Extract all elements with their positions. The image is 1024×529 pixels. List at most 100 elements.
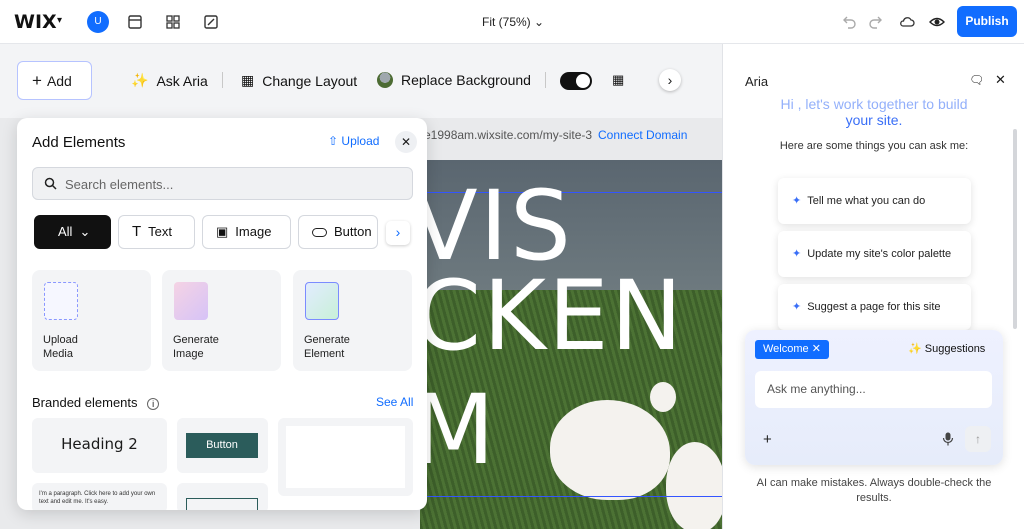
sparkle-icon: ✨ bbox=[131, 72, 149, 88]
plus-icon[interactable]: + bbox=[763, 431, 772, 448]
card-label: Generate Element bbox=[304, 334, 350, 360]
divider bbox=[545, 72, 546, 88]
upload-label: Upload bbox=[341, 134, 380, 148]
chevron-down-icon: ⌄ bbox=[534, 15, 545, 29]
filter-all-label: All bbox=[58, 224, 73, 239]
preview-eye-icon[interactable] bbox=[928, 13, 946, 31]
redo-icon[interactable] bbox=[867, 13, 885, 31]
chevron-right-icon[interactable]: › bbox=[659, 69, 681, 91]
upload-media-icon bbox=[44, 282, 78, 320]
chicken-image bbox=[666, 442, 722, 529]
avatar[interactable]: U bbox=[87, 11, 109, 33]
filter-button[interactable]: Button bbox=[298, 215, 378, 249]
heading-sample-card[interactable]: Heading 2 bbox=[32, 418, 167, 473]
upload-media-card[interactable]: Upload Media bbox=[32, 270, 151, 371]
top-bar: WIX ▾ U Fit (75%) ⌄ Publish bbox=[0, 0, 1024, 44]
see-all-link[interactable]: See All bbox=[376, 395, 413, 409]
chat-composer: Welcome ✕ ✨ Suggestions Ask me anything.… bbox=[745, 330, 1003, 465]
branded-elements-title: Branded elements i bbox=[32, 395, 160, 410]
suggestions-button[interactable]: ✨ Suggestions bbox=[908, 342, 985, 355]
send-arrow-icon[interactable]: ↑ bbox=[965, 426, 991, 452]
zoom-selector[interactable]: Fit (75%) ⌄ bbox=[482, 15, 544, 29]
microphone-icon[interactable] bbox=[942, 432, 954, 446]
aria-hint: Here are some things you can ask me: bbox=[779, 140, 969, 152]
add-button[interactable]: + Add bbox=[17, 61, 92, 100]
editor-toolbar: + Add ✨ Ask Aria ▦ Change Layout Replace Ba… bbox=[0, 44, 722, 118]
suggestion-chip[interactable]: ✦ Update my site's color palette bbox=[778, 231, 971, 277]
theme-toggle[interactable] bbox=[560, 72, 592, 90]
suggestion-chip[interactable]: ✦ Tell me what you can do bbox=[778, 178, 971, 224]
chevron-down-icon[interactable]: ▾ bbox=[57, 15, 62, 26]
cloud-save-icon[interactable] bbox=[898, 13, 916, 31]
chat-icon[interactable]: 🗨 bbox=[969, 73, 984, 87]
filter-image-label: Image bbox=[235, 224, 272, 239]
zoom-label: Fit (75%) bbox=[482, 15, 531, 29]
connect-domain-link[interactable]: Connect Domain bbox=[598, 128, 687, 142]
hero-heading-line2: CKEN bbox=[420, 260, 685, 372]
upload-icon: ⇧ bbox=[328, 134, 339, 148]
filter-image[interactable]: ▣ Image bbox=[202, 215, 291, 249]
scrollbar[interactable] bbox=[1013, 129, 1017, 329]
close-icon[interactable]: ✕ bbox=[995, 72, 1006, 88]
heading-sample: Heading 2 bbox=[61, 435, 138, 453]
card-label: Upload Media bbox=[43, 334, 78, 360]
aria-panel: Aria 🗨 ✕ Hi , let's work together to bui… bbox=[722, 44, 1024, 529]
background-thumbnail-icon bbox=[377, 72, 393, 88]
close-icon[interactable]: ✕ bbox=[812, 343, 821, 355]
filter-text[interactable]: T Text bbox=[118, 215, 195, 249]
ask-aria-label: Ask Aria bbox=[156, 72, 208, 89]
filter-all[interactable]: All ⌄ bbox=[34, 215, 111, 249]
button-sample-card[interactable]: Button bbox=[177, 418, 268, 473]
chicken-head bbox=[650, 382, 676, 412]
search-placeholder: Search elements... bbox=[65, 177, 174, 192]
change-layout-button[interactable]: ▦ Change Layout bbox=[241, 72, 357, 89]
texture-icon[interactable]: ▦ bbox=[612, 72, 624, 88]
pages-icon[interactable] bbox=[126, 13, 144, 31]
upload-button[interactable]: ⇧ Upload bbox=[328, 134, 379, 148]
chat-input[interactable]: Ask me anything... bbox=[755, 371, 992, 408]
paragraph-sample: I'm a paragraph. Click here to add your … bbox=[39, 491, 156, 505]
design-icon[interactable] bbox=[202, 13, 220, 31]
chevron-right-icon[interactable]: › bbox=[386, 221, 410, 245]
suggestion-chip[interactable]: ✦ Suggest a page for this site bbox=[778, 284, 971, 330]
site-url: e1998am.wixsite.com/my-site-3 bbox=[424, 128, 593, 142]
container-sample bbox=[286, 426, 405, 488]
card-label: Generate Image bbox=[173, 334, 219, 360]
ask-aria-button[interactable]: ✨ Ask Aria bbox=[131, 72, 208, 89]
search-icon bbox=[44, 177, 57, 190]
container-sample-card[interactable] bbox=[278, 418, 413, 496]
chevron-down-icon: ⌄ bbox=[79, 224, 91, 239]
change-layout-label: Change Layout bbox=[262, 72, 358, 89]
welcome-tag[interactable]: Welcome ✕ bbox=[755, 340, 829, 359]
add-label: Add bbox=[46, 73, 72, 89]
generate-element-icon bbox=[305, 282, 339, 320]
panel-title: Add Elements bbox=[32, 134, 126, 151]
divider bbox=[222, 72, 223, 88]
section-guide bbox=[420, 496, 722, 497]
filter-text-label: Text bbox=[148, 224, 173, 239]
button-sample: Button bbox=[186, 433, 258, 458]
plus-icon: + bbox=[32, 71, 42, 90]
paragraph-sample-card[interactable]: I'm a paragraph. Click here to add your … bbox=[32, 483, 167, 510]
ai-disclaimer: AI can make mistakes. Always double-chec… bbox=[756, 477, 992, 504]
layout-icon: ▦ bbox=[241, 72, 255, 88]
undo-icon[interactable] bbox=[840, 13, 858, 31]
publish-button[interactable]: Publish bbox=[957, 6, 1017, 37]
apps-icon[interactable] bbox=[164, 13, 182, 31]
wix-logo[interactable]: WIX bbox=[14, 11, 57, 33]
aria-title: Aria bbox=[745, 74, 769, 89]
outline-button-sample-card[interactable] bbox=[177, 483, 268, 510]
close-icon[interactable]: ✕ bbox=[395, 131, 417, 153]
search-input[interactable]: Search elements... bbox=[32, 167, 413, 200]
hero-section[interactable]: VIS CKEN M bbox=[420, 160, 722, 529]
info-icon[interactable]: i bbox=[147, 398, 160, 410]
replace-background-button[interactable]: Replace Background bbox=[377, 72, 531, 88]
outline-button-sample bbox=[186, 498, 258, 510]
sparkle-icon: ✦ bbox=[792, 301, 802, 313]
chicken-image bbox=[550, 400, 670, 500]
replace-background-label: Replace Background bbox=[401, 72, 531, 88]
text-icon: T bbox=[132, 223, 142, 240]
generate-image-icon bbox=[174, 282, 208, 320]
generate-element-card[interactable]: Generate Element bbox=[293, 270, 412, 371]
generate-image-card[interactable]: Generate Image bbox=[162, 270, 281, 371]
